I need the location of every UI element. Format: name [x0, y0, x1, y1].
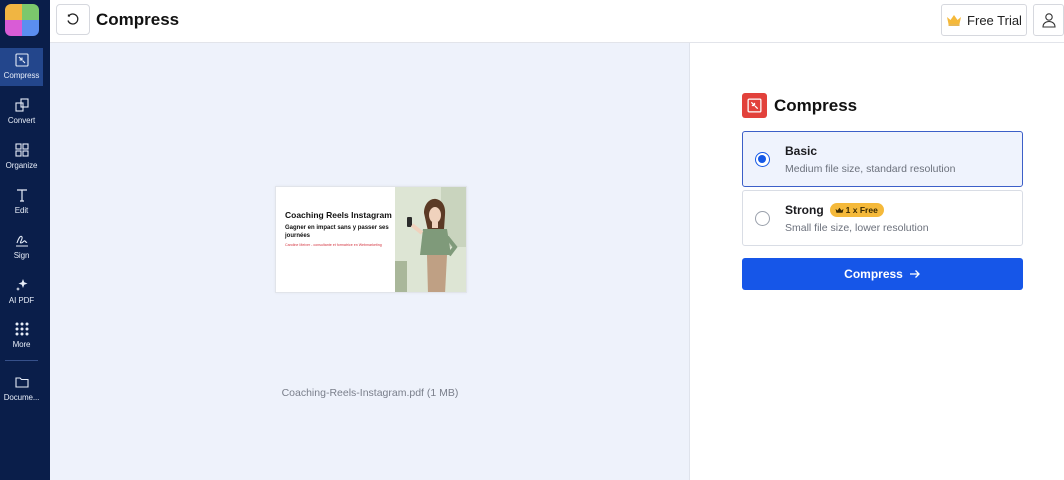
crown-icon — [835, 207, 844, 213]
app-logo[interactable] — [5, 4, 39, 36]
sidebar-item-sign[interactable]: Sign — [0, 228, 43, 266]
thumbnail-illustration — [395, 187, 466, 292]
sidebar-item-label: Compress — [3, 71, 40, 80]
radio-strong[interactable] — [755, 211, 770, 226]
undo-icon — [67, 12, 79, 25]
free-trial-button[interactable]: Free Trial — [941, 4, 1027, 36]
premium-badge-label: 1 x Free — [845, 205, 878, 215]
option-strong-name: Strong — [785, 203, 824, 217]
option-basic-name: Basic — [785, 144, 818, 158]
sparkle-icon — [15, 279, 27, 291]
compress-settings-panel: Compress Basic Medium file size, standar… — [691, 43, 1064, 480]
thumbnail-subtitle: Gagner en impact sans y passer ses journ… — [285, 225, 389, 239]
sidebar-item-label: AI PDF — [8, 296, 35, 305]
file-name-label: Coaching-Reels-Instagram.pdf (1 MB) — [281, 387, 459, 399]
account-button[interactable] — [1033, 4, 1064, 36]
folder-icon — [14, 377, 29, 388]
option-basic-name-row: Basic — [785, 144, 817, 158]
sidebar-item-label: More — [12, 340, 31, 349]
grid-icon — [14, 143, 29, 157]
text-edit-icon — [16, 189, 27, 202]
radio-basic[interactable] — [755, 152, 770, 167]
panel-header: Compress — [742, 93, 857, 118]
free-trial-label: Free Trial — [967, 12, 1022, 28]
compress-icon — [14, 53, 29, 67]
document-preview-area: Coaching Reels Instagram Gagner en impac… — [50, 43, 690, 480]
signature-icon — [15, 235, 28, 247]
thumbnail-title: Coaching Reels Instagram — [285, 210, 392, 220]
option-strong-description: Small file size, lower resolution — [785, 222, 929, 234]
compress-button-label: Compress — [844, 267, 903, 281]
sidebar-item-ai-pdf[interactable]: AI PDF — [0, 273, 43, 311]
sidebar-item-organize[interactable]: Organize — [0, 138, 43, 176]
option-basic[interactable]: Basic Medium file size, standard resolut… — [742, 131, 1023, 187]
sidebar-divider — [5, 360, 38, 361]
sidebar-item-convert[interactable]: Convert — [0, 93, 43, 131]
compress-button[interactable]: Compress — [742, 258, 1023, 290]
arrow-right-icon — [909, 270, 920, 278]
sidebar-item-documents[interactable]: Docume... — [0, 370, 43, 408]
panel-title: Compress — [774, 95, 858, 115]
sidebar: Compress Convert Organize Edit Sign AI P… — [0, 0, 50, 480]
compress-tool-icon — [742, 93, 767, 118]
sidebar-item-edit[interactable]: Edit — [0, 183, 43, 221]
thumbnail-author: Caroline Meixer - consultante et formatr… — [285, 243, 382, 247]
sidebar-item-label: Docume... — [3, 393, 40, 402]
user-icon — [1041, 13, 1056, 28]
sidebar-item-label: Edit — [14, 206, 29, 215]
dots-grid-icon — [15, 322, 28, 336]
undo-button[interactable] — [56, 4, 90, 35]
convert-icon — [14, 98, 29, 112]
premium-badge: 1 x Free — [829, 203, 884, 217]
top-bar: Compress Free Trial — [50, 0, 1064, 43]
page-thumbnail[interactable]: Coaching Reels Instagram Gagner en impac… — [275, 186, 467, 293]
sidebar-item-compress[interactable]: Compress — [0, 48, 43, 86]
crown-icon — [947, 15, 962, 26]
sidebar-item-label: Convert — [7, 116, 36, 125]
option-strong[interactable]: Strong 1 x Free Small file size, lower r… — [742, 190, 1023, 246]
option-strong-name-row: Strong 1 x Free — [785, 203, 884, 217]
thumbnail-text: Coaching Reels Instagram Gagner en impac… — [285, 210, 393, 248]
page-title: Compress — [96, 10, 180, 29]
option-basic-description: Medium file size, standard resolution — [785, 163, 956, 175]
sidebar-item-label: Organize — [5, 161, 38, 170]
sidebar-item-label: Sign — [13, 251, 30, 260]
sidebar-item-more[interactable]: More — [0, 317, 43, 355]
